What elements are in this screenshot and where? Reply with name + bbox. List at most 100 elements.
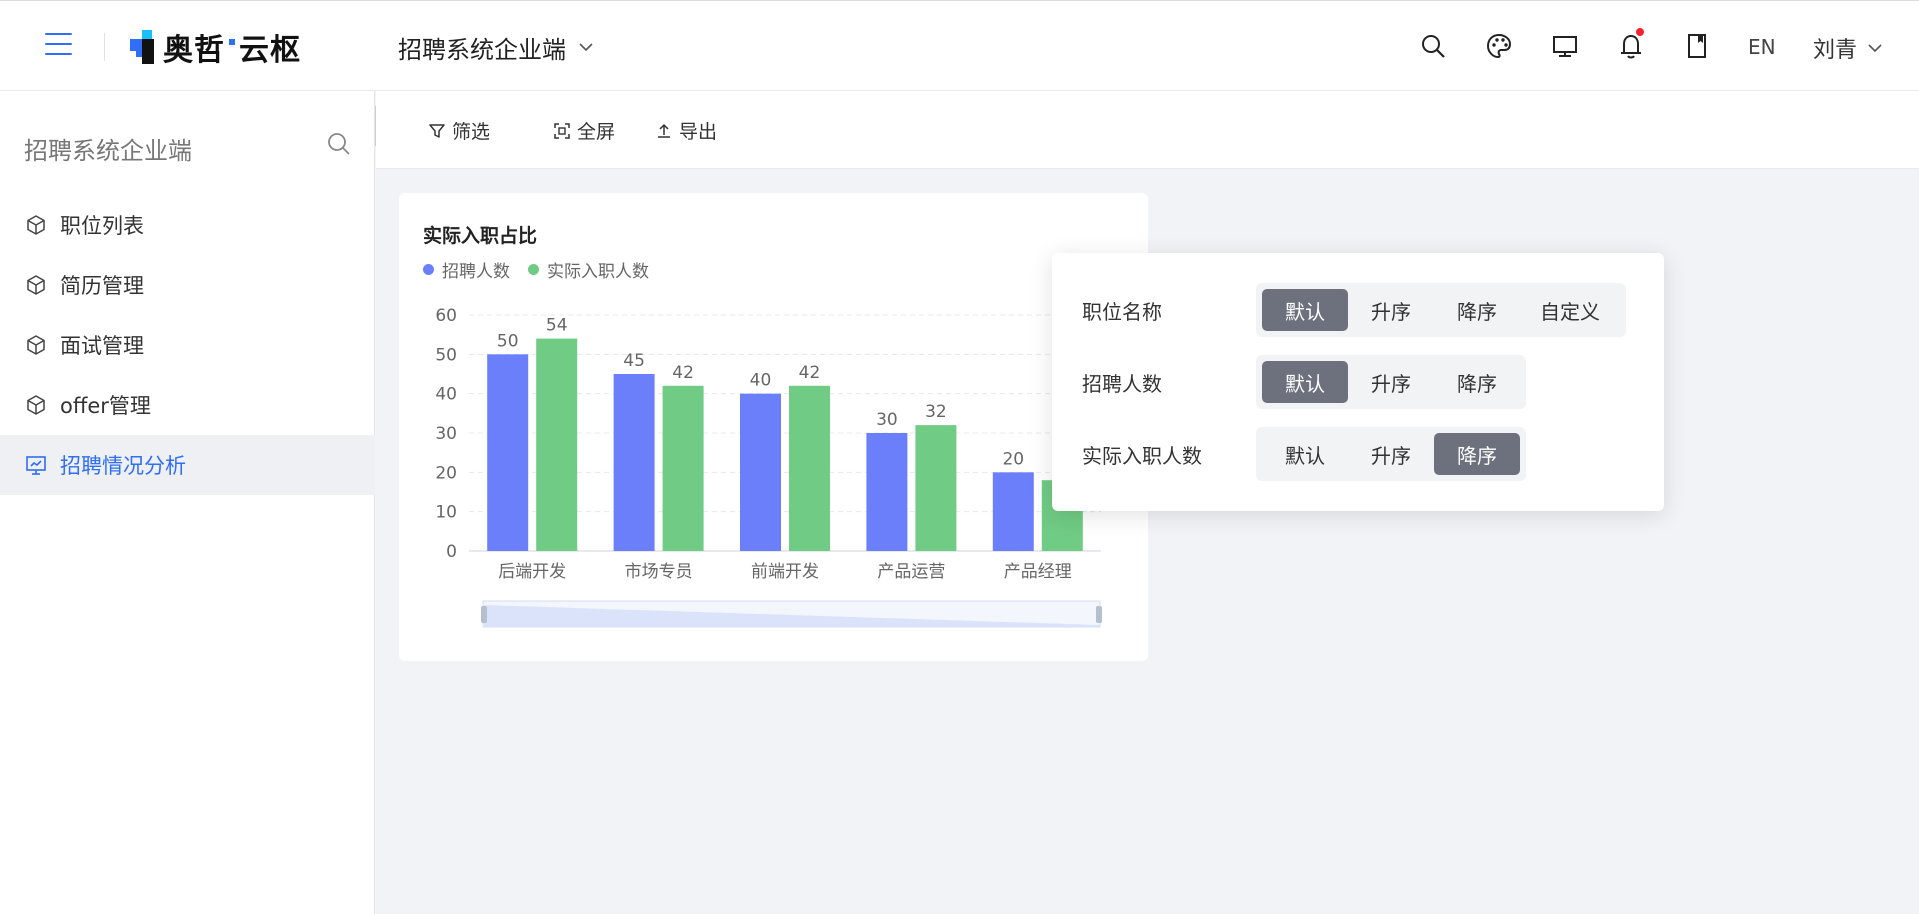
- sidebar-item-label: 招聘情况分析: [60, 454, 186, 478]
- upload-icon: [658, 123, 670, 138]
- filter-button[interactable]: 筛选: [428, 117, 490, 144]
- logo-text-b: 云枢: [239, 33, 301, 68]
- sort-row-position: 职位名称 默认 升序 降序 自定义: [1082, 283, 1626, 337]
- y-tick-label: 0: [446, 542, 457, 562]
- chevron-down-icon: [579, 43, 593, 52]
- chevron-down-icon: [1868, 44, 1882, 53]
- sidebar-item-recruitment-analysis[interactable]: 招聘情况分析: [0, 435, 375, 495]
- bar: [487, 354, 529, 551]
- cube-icon: [24, 213, 48, 237]
- sort-row-recruit-count: 招聘人数 默认 升序 降序: [1082, 355, 1526, 409]
- logo-mark-icon: [130, 30, 160, 64]
- sidebar-item-label: offer管理: [60, 394, 151, 418]
- cube-icon: [24, 393, 48, 417]
- data-label: 20: [1002, 449, 1024, 469]
- sort-segmented-control: 默认 升序 降序: [1256, 427, 1526, 481]
- sidebar-search-icon[interactable]: [326, 131, 352, 157]
- bar: [662, 385, 704, 551]
- x-tick-label: 后端开发: [498, 562, 566, 582]
- data-label: 50: [497, 331, 519, 351]
- y-tick-label: 20: [435, 463, 457, 483]
- y-tick-label: 60: [435, 306, 457, 326]
- sort-default-button[interactable]: 默认: [1262, 289, 1348, 331]
- data-label: 32: [925, 402, 947, 422]
- palette-icon[interactable]: [1483, 30, 1515, 62]
- x-tick-label: 市场专员: [625, 562, 693, 582]
- sort-asc-button[interactable]: 升序: [1348, 361, 1434, 403]
- language-switch[interactable]: EN: [1748, 35, 1776, 59]
- user-menu[interactable]: 刘青: [1813, 32, 1883, 64]
- top-header: 奥哲 云枢 招聘系统企业端 EN 刘青: [0, 0, 1919, 91]
- data-label: 54: [546, 316, 568, 336]
- sort-popup: 职位名称 默认 升序 降序 自定义 招聘人数 默认 升序 降序 实际入职人数 默…: [1052, 253, 1664, 511]
- bar: [915, 425, 957, 551]
- toolbar: 筛选 全屏 导出: [376, 91, 1919, 169]
- cube-icon: [24, 273, 48, 297]
- zoom-handle-left[interactable]: [481, 606, 487, 623]
- chart-card: 实际入职占比 招聘人数 实际入职人数 0 10 20 30 40 50 60 50 54 后端开发…: [399, 193, 1148, 661]
- sidebar-item-label: 面试管理: [60, 334, 144, 358]
- y-tick-label: 10: [435, 503, 457, 523]
- data-label: 45: [623, 351, 645, 371]
- sidebar-item-interviews[interactable]: 面试管理: [0, 315, 375, 375]
- sort-asc-button[interactable]: 升序: [1348, 289, 1434, 331]
- data-label: 30: [876, 410, 898, 430]
- bar: [866, 433, 908, 551]
- sort-default-button[interactable]: 默认: [1262, 433, 1348, 475]
- sort-label: 实际入职人数: [1082, 443, 1202, 468]
- sort-row-hired-count: 实际入职人数 默认 升序 降序: [1082, 427, 1526, 481]
- x-tick-label: 产品经理: [1004, 562, 1072, 582]
- bar: [613, 374, 655, 551]
- fullscreen-label: 全屏: [577, 121, 616, 143]
- sidebar-item-label: 职位列表: [60, 214, 144, 238]
- bell-icon[interactable]: [1615, 28, 1647, 62]
- data-label: 40: [750, 371, 772, 391]
- app-switcher[interactable]: 招聘系统企业端: [398, 31, 594, 64]
- cube-icon: [24, 333, 48, 357]
- data-label: 42: [799, 363, 821, 383]
- fullscreen-button[interactable]: 全屏: [553, 117, 615, 144]
- sort-default-button[interactable]: 默认: [1262, 361, 1348, 403]
- export-label: 导出: [679, 121, 718, 143]
- sidebar-item-positions[interactable]: 职位列表: [0, 195, 375, 255]
- bookmark-icon[interactable]: [1681, 30, 1713, 62]
- search-icon[interactable]: [1417, 30, 1449, 62]
- app-name: 招聘系统企业端: [398, 35, 566, 64]
- sort-label: 职位名称: [1082, 299, 1162, 324]
- fullscreen-icon: [554, 122, 570, 139]
- sidebar-menu: 职位列表 简历管理 面试管理 offer管理 招聘情况分析: [0, 195, 375, 495]
- logo-text-a: 奥哲: [163, 33, 225, 68]
- dashboard-icon: [24, 453, 48, 477]
- export-button[interactable]: 导出: [655, 117, 717, 144]
- sidebar-item-offers[interactable]: offer管理: [0, 375, 375, 435]
- logo: 奥哲 云枢: [130, 27, 301, 68]
- sort-label: 招聘人数: [1082, 371, 1162, 396]
- notification-dot: [1636, 28, 1644, 36]
- filter-icon: [429, 123, 445, 138]
- zoom-handle-right[interactable]: [1096, 606, 1102, 623]
- sidebar-item-label: 简历管理: [60, 274, 144, 298]
- menu-toggle-icon[interactable]: [45, 33, 72, 55]
- sort-desc-button[interactable]: 降序: [1434, 433, 1520, 475]
- bar: [740, 393, 781, 551]
- bar: [536, 338, 578, 551]
- sort-segmented-control: 默认 升序 降序: [1256, 355, 1526, 409]
- sidebar-title: 招聘系统企业端: [24, 137, 192, 165]
- user-name: 刘青: [1813, 38, 1858, 63]
- sort-custom-button[interactable]: 自定义: [1520, 289, 1620, 331]
- monitor-icon[interactable]: [1549, 30, 1581, 62]
- sidebar: 招聘系统企业端 职位列表 简历管理 面试管理 offer管理 招聘情况分析: [0, 91, 375, 914]
- bar-chart: 0 10 20 30 40 50 60 50 54 后端开发 45 42 市场专员 40 42 前端开发 30 3…: [435, 306, 1102, 628]
- data-label: 42: [672, 363, 694, 383]
- y-tick-label: 50: [435, 345, 457, 365]
- sort-desc-button[interactable]: 降序: [1434, 289, 1520, 331]
- filter-label: 筛选: [452, 121, 491, 143]
- sort-segmented-control: 默认 升序 降序 自定义: [1256, 283, 1626, 337]
- sort-asc-button[interactable]: 升序: [1348, 433, 1434, 475]
- x-tick-label: 前端开发: [751, 562, 819, 582]
- sidebar-item-resumes[interactable]: 简历管理: [0, 255, 375, 315]
- y-tick-label: 30: [435, 424, 457, 444]
- x-tick-label: 产品运营: [877, 562, 945, 582]
- sort-desc-button[interactable]: 降序: [1434, 361, 1520, 403]
- header-divider: [104, 33, 105, 61]
